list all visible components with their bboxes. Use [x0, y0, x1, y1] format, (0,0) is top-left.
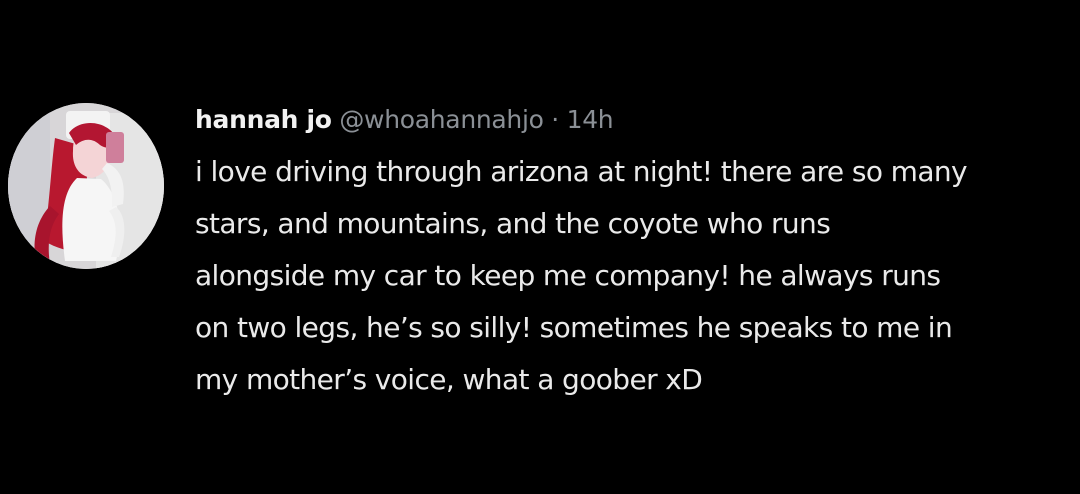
tweet-text-line: stars, and mountains, and the coyote who…	[195, 207, 831, 240]
tweet-text-line: alongside my car to keep me company! he …	[195, 259, 941, 292]
tweet-text: i love driving through arizona at night!…	[195, 146, 1080, 406]
tweet-content: hannah jo @whoahannahjo · 14h i love dri…	[195, 100, 1080, 406]
avatar[interactable]	[8, 103, 164, 269]
display-name[interactable]: hannah jo	[195, 105, 332, 134]
tweet-card[interactable]: hannah jo @whoahannahjo · 14h i love dri…	[0, 0, 1080, 494]
avatar-image	[8, 103, 164, 269]
tweet-text-line: my mother’s voice, what a goober xD	[195, 363, 703, 396]
user-handle[interactable]: @whoahannahjo	[339, 105, 544, 134]
tweet-header: hannah jo @whoahannahjo · 14h	[195, 100, 1080, 140]
timestamp[interactable]: 14h	[567, 105, 614, 134]
tweet-text-line: i love driving through arizona at night!…	[195, 155, 968, 188]
separator-dot: ·	[551, 105, 559, 134]
tweet-text-line: on two legs, he’s so silly! sometimes he…	[195, 311, 953, 344]
